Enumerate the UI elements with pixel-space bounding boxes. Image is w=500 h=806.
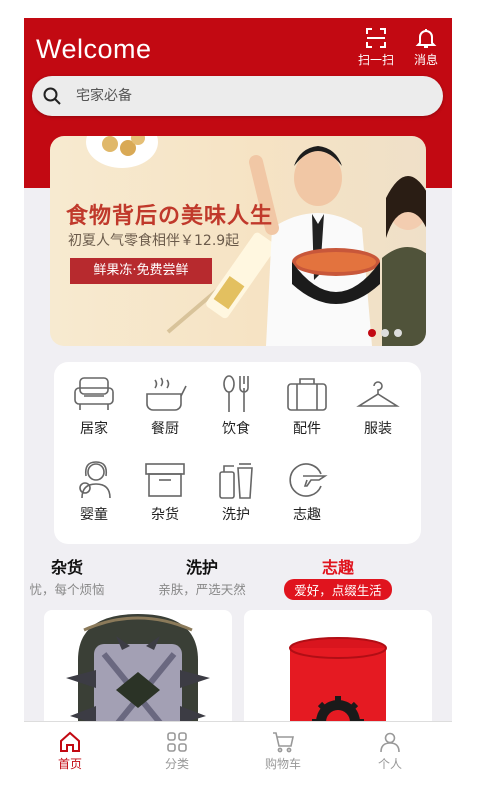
category-label: 婴童 xyxy=(80,507,108,523)
tab-hobbies[interactable]: 志趣 爱好，点缀生活 xyxy=(273,554,403,600)
page-title: Welcome xyxy=(36,34,152,64)
tab-title: 杂货 xyxy=(50,558,83,577)
category-label: 杂货 xyxy=(151,507,179,523)
category-item-clothing[interactable]: 服装 xyxy=(348,374,408,438)
tab-subtitle: 亲肤，严选天然 xyxy=(158,582,246,597)
sofa-icon xyxy=(74,377,114,410)
search-bar[interactable] xyxy=(32,76,443,116)
nav-label: 首页 xyxy=(57,757,82,771)
nav-label: 个人 xyxy=(377,757,402,771)
category-label: 居家 xyxy=(80,421,108,437)
search-input[interactable] xyxy=(76,84,416,108)
toiletries-icon xyxy=(219,463,253,499)
carousel-dot[interactable] xyxy=(368,329,376,337)
globe-plane-icon xyxy=(289,463,328,497)
category-item-food[interactable]: 饮食 xyxy=(206,374,266,438)
search-icon xyxy=(43,87,61,105)
scan-icon xyxy=(366,28,386,48)
category-item-baby[interactable]: 婴童 xyxy=(64,460,124,524)
category-label: 饮食 xyxy=(222,421,250,437)
scan-label: 扫一扫 xyxy=(357,53,394,67)
tab-title: 洗护 xyxy=(185,558,218,577)
storage-box-icon xyxy=(145,463,185,497)
tab-toiletries[interactable]: 洗护 亲肤，严选天然 xyxy=(137,554,267,598)
nav-item-home[interactable]: 首页 xyxy=(35,730,105,772)
nav-item-category[interactable]: 分类 xyxy=(142,730,212,772)
category-grid: 居家 餐厨 饮食 配件 服装 婴童 杂货 洗护 志趣 xyxy=(54,362,421,544)
nav-item-cart[interactable]: 购物车 xyxy=(248,730,318,772)
banner-headline: 食物背后の美味人生 xyxy=(66,204,274,229)
cart-icon xyxy=(273,732,294,753)
home-icon xyxy=(60,731,80,752)
category-item-toiletries[interactable]: 洗护 xyxy=(206,460,266,524)
user-icon xyxy=(380,732,400,753)
tab-subtitle: 爱好，点缀生活 xyxy=(284,579,392,600)
category-grid-icon xyxy=(167,732,187,752)
category-label: 志趣 xyxy=(293,507,321,523)
promo-banner[interactable]: 食物背后の美味人生 初夏人气零食相伴￥12.9起 鲜果冻·免费尝鲜 xyxy=(50,136,426,346)
hanger-icon xyxy=(356,381,400,407)
tab-title: 志趣 xyxy=(321,558,354,577)
feature-tabs: 杂货 忧，每个烦恼 洗护 亲肤，严选天然 志趣 爱好，点缀生活 xyxy=(24,554,452,600)
category-label: 配件 xyxy=(293,421,321,437)
app-screen: Welcome 扫一扫 消息 宅家必备 食物背后の美味人生 初夏人气零食相伴￥1… xyxy=(24,18,452,778)
tab-sundries[interactable]: 杂货 忧，每个烦恼 xyxy=(24,554,132,598)
category-item-sundries[interactable]: 杂货 xyxy=(135,460,195,524)
bottom-nav: 首页 分类 购物车 个人 xyxy=(24,721,452,778)
carousel-dot[interactable] xyxy=(394,329,402,337)
carousel-dot[interactable] xyxy=(381,329,389,337)
bell-icon xyxy=(415,29,437,48)
category-label: 餐厨 xyxy=(151,421,179,437)
category-label: 服装 xyxy=(364,421,392,437)
carousel-indicator xyxy=(368,322,407,341)
category-item-hobbies[interactable]: 志趣 xyxy=(277,460,337,524)
category-item-accessories[interactable]: 配件 xyxy=(277,374,337,438)
cookware-icon xyxy=(146,377,187,411)
category-item-home[interactable]: 居家 xyxy=(64,374,124,438)
nav-label: 购物车 xyxy=(264,757,301,771)
category-label: 洗护 xyxy=(222,507,250,523)
mother-baby-icon xyxy=(79,461,111,499)
tab-subtitle: 忧，每个烦恼 xyxy=(29,582,105,597)
utensils-icon xyxy=(223,375,249,412)
briefcase-icon xyxy=(287,378,327,411)
nav-label: 分类 xyxy=(164,757,189,771)
scan-button[interactable]: 扫一扫 xyxy=(354,26,398,68)
message-button[interactable]: 消息 xyxy=(404,26,448,68)
nav-item-profile[interactable]: 个人 xyxy=(355,730,425,772)
category-item-kitchen[interactable]: 餐厨 xyxy=(135,374,195,438)
message-label: 消息 xyxy=(413,53,438,67)
banner-subline: 初夏人气零食相伴￥12.9起 xyxy=(68,233,240,249)
banner-cta-button[interactable]: 鲜果冻·免费尝鲜 xyxy=(70,258,212,284)
